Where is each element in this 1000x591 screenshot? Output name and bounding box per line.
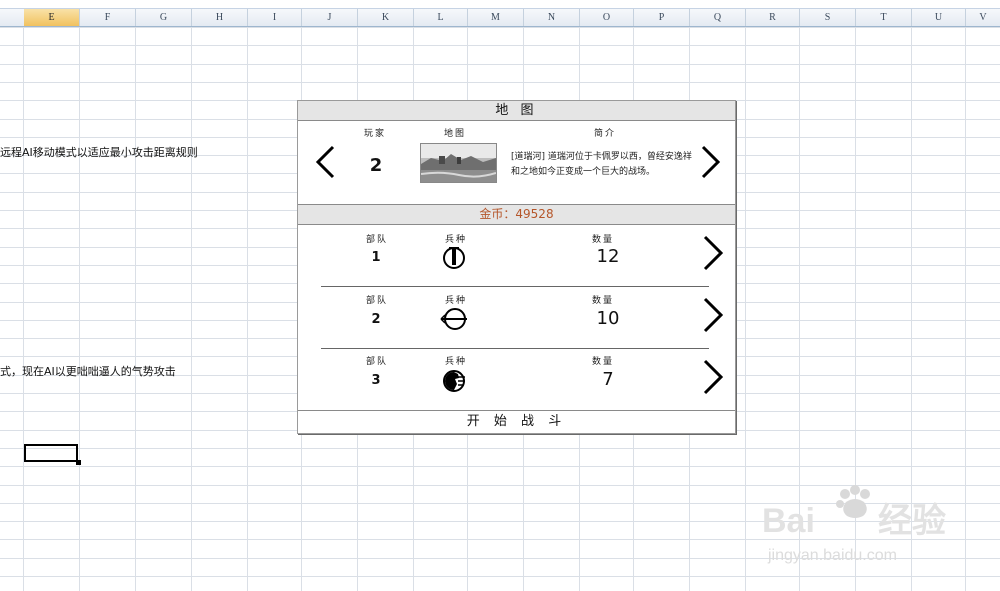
watermark-url: jingyan.baidu.com <box>767 547 897 564</box>
troop-number: 3 <box>371 373 381 388</box>
column-header-h[interactable]: H <box>192 9 248 26</box>
column-header-g[interactable]: G <box>136 9 192 26</box>
cell-text[interactable]: 远程AI移动模式以适应最小攻击距离规则 <box>0 144 198 160</box>
column-header-m[interactable]: M <box>468 9 524 26</box>
row-divider <box>321 348 709 349</box>
column-header-j[interactable]: J <box>302 9 358 26</box>
grid-column-line <box>191 27 192 591</box>
grid-row-line <box>0 27 1000 28</box>
next-map-arrow-icon[interactable] <box>700 145 722 179</box>
grid-row-line <box>0 466 1000 467</box>
unit-quantity: 7 <box>602 369 614 390</box>
map-intro-text: [道瑞河] 道瑞河位于卡佩罗以西，曾经安逸祥和之地如今正变成一个巨大的战场。 <box>511 152 692 177</box>
cavalry-unit-icon[interactable] <box>441 368 467 398</box>
column-header-q[interactable]: Q <box>690 9 746 26</box>
column-header-l[interactable]: L <box>414 9 468 26</box>
player-count: 2 <box>369 155 383 176</box>
start-battle-button[interactable]: 开 始 战 斗 <box>298 410 735 433</box>
quantity-label: 数量 <box>592 296 615 306</box>
svg-text:经验: 经验 <box>878 501 946 540</box>
ribbon-edge <box>0 0 1000 9</box>
player-label: 玩家 <box>364 129 387 139</box>
column-header-p[interactable]: P <box>634 9 690 26</box>
column-header-i[interactable]: I <box>248 9 302 26</box>
intro-label: 简介 <box>594 129 617 139</box>
baidu-watermark: Bai 经验 jingyan.baidu.com <box>760 484 995 574</box>
grid-column-line <box>23 27 24 591</box>
troop-number: 1 <box>371 250 381 265</box>
unit-quantity: 10 <box>596 308 620 329</box>
next-unit-arrow-icon[interactable] <box>702 297 724 333</box>
cell-text[interactable]: 式，现在AI以更咄咄逼人的气势攻击 <box>0 363 176 379</box>
row-divider <box>321 286 709 287</box>
panel-title: 地 图 <box>298 101 735 121</box>
column-header-t[interactable]: T <box>856 9 912 26</box>
troop-label: 部队 <box>366 235 389 245</box>
fill-handle[interactable] <box>76 460 81 465</box>
grid-column-line <box>745 27 746 591</box>
grid-column-line <box>79 27 80 591</box>
column-header-n[interactable]: N <box>524 9 580 26</box>
map-thumbnail <box>420 143 497 183</box>
grid-row-line <box>0 82 1000 83</box>
next-unit-arrow-icon[interactable] <box>702 235 724 271</box>
prev-map-arrow-icon[interactable] <box>314 145 336 179</box>
column-header-u[interactable]: U <box>912 9 966 26</box>
column-header-k[interactable]: K <box>358 9 414 26</box>
column-header-f[interactable]: F <box>80 9 136 26</box>
unit-quantity: 12 <box>596 246 620 267</box>
map-label: 地图 <box>444 129 467 139</box>
column-header-v[interactable]: V <box>966 9 1000 26</box>
grid-column-line <box>135 27 136 591</box>
game-setup-panel: 地 图 玩家 地图 简介 2 [道瑞河] 道瑞河位于卡佩罗以西，曾经安逸祥和之地… <box>297 100 736 434</box>
baidu-logo: Bai 经验 jingyan.baidu.com <box>762 485 946 564</box>
column-header-e[interactable]: E <box>24 9 80 26</box>
unit-type-label: 兵种 <box>445 357 468 367</box>
grid-column-line <box>247 27 248 591</box>
grid-row-line <box>0 448 1000 449</box>
archer-unit-icon[interactable] <box>439 306 469 336</box>
column-header-bar: E F G H I J K L M N O P Q R S T U V <box>0 9 1000 27</box>
grid-row-line <box>0 64 1000 65</box>
sword-unit-icon[interactable] <box>441 244 467 274</box>
troop-number: 2 <box>371 312 381 327</box>
unit-type-label: 兵种 <box>445 296 468 306</box>
quantity-label: 数量 <box>592 235 615 245</box>
grid-row-line <box>0 45 1000 46</box>
column-header-r[interactable]: R <box>746 9 800 26</box>
grid-row-line <box>0 576 1000 577</box>
gold-display: 金币：49528 <box>298 204 735 225</box>
troop-label: 部队 <box>366 296 389 306</box>
svg-text:Bai: Bai <box>762 502 815 540</box>
quantity-label: 数量 <box>592 357 615 367</box>
troop-label: 部队 <box>366 357 389 367</box>
column-header-o[interactable]: O <box>580 9 634 26</box>
column-header-s[interactable]: S <box>800 9 856 26</box>
active-cell-selection[interactable] <box>24 444 78 462</box>
next-unit-arrow-icon[interactable] <box>702 359 724 395</box>
